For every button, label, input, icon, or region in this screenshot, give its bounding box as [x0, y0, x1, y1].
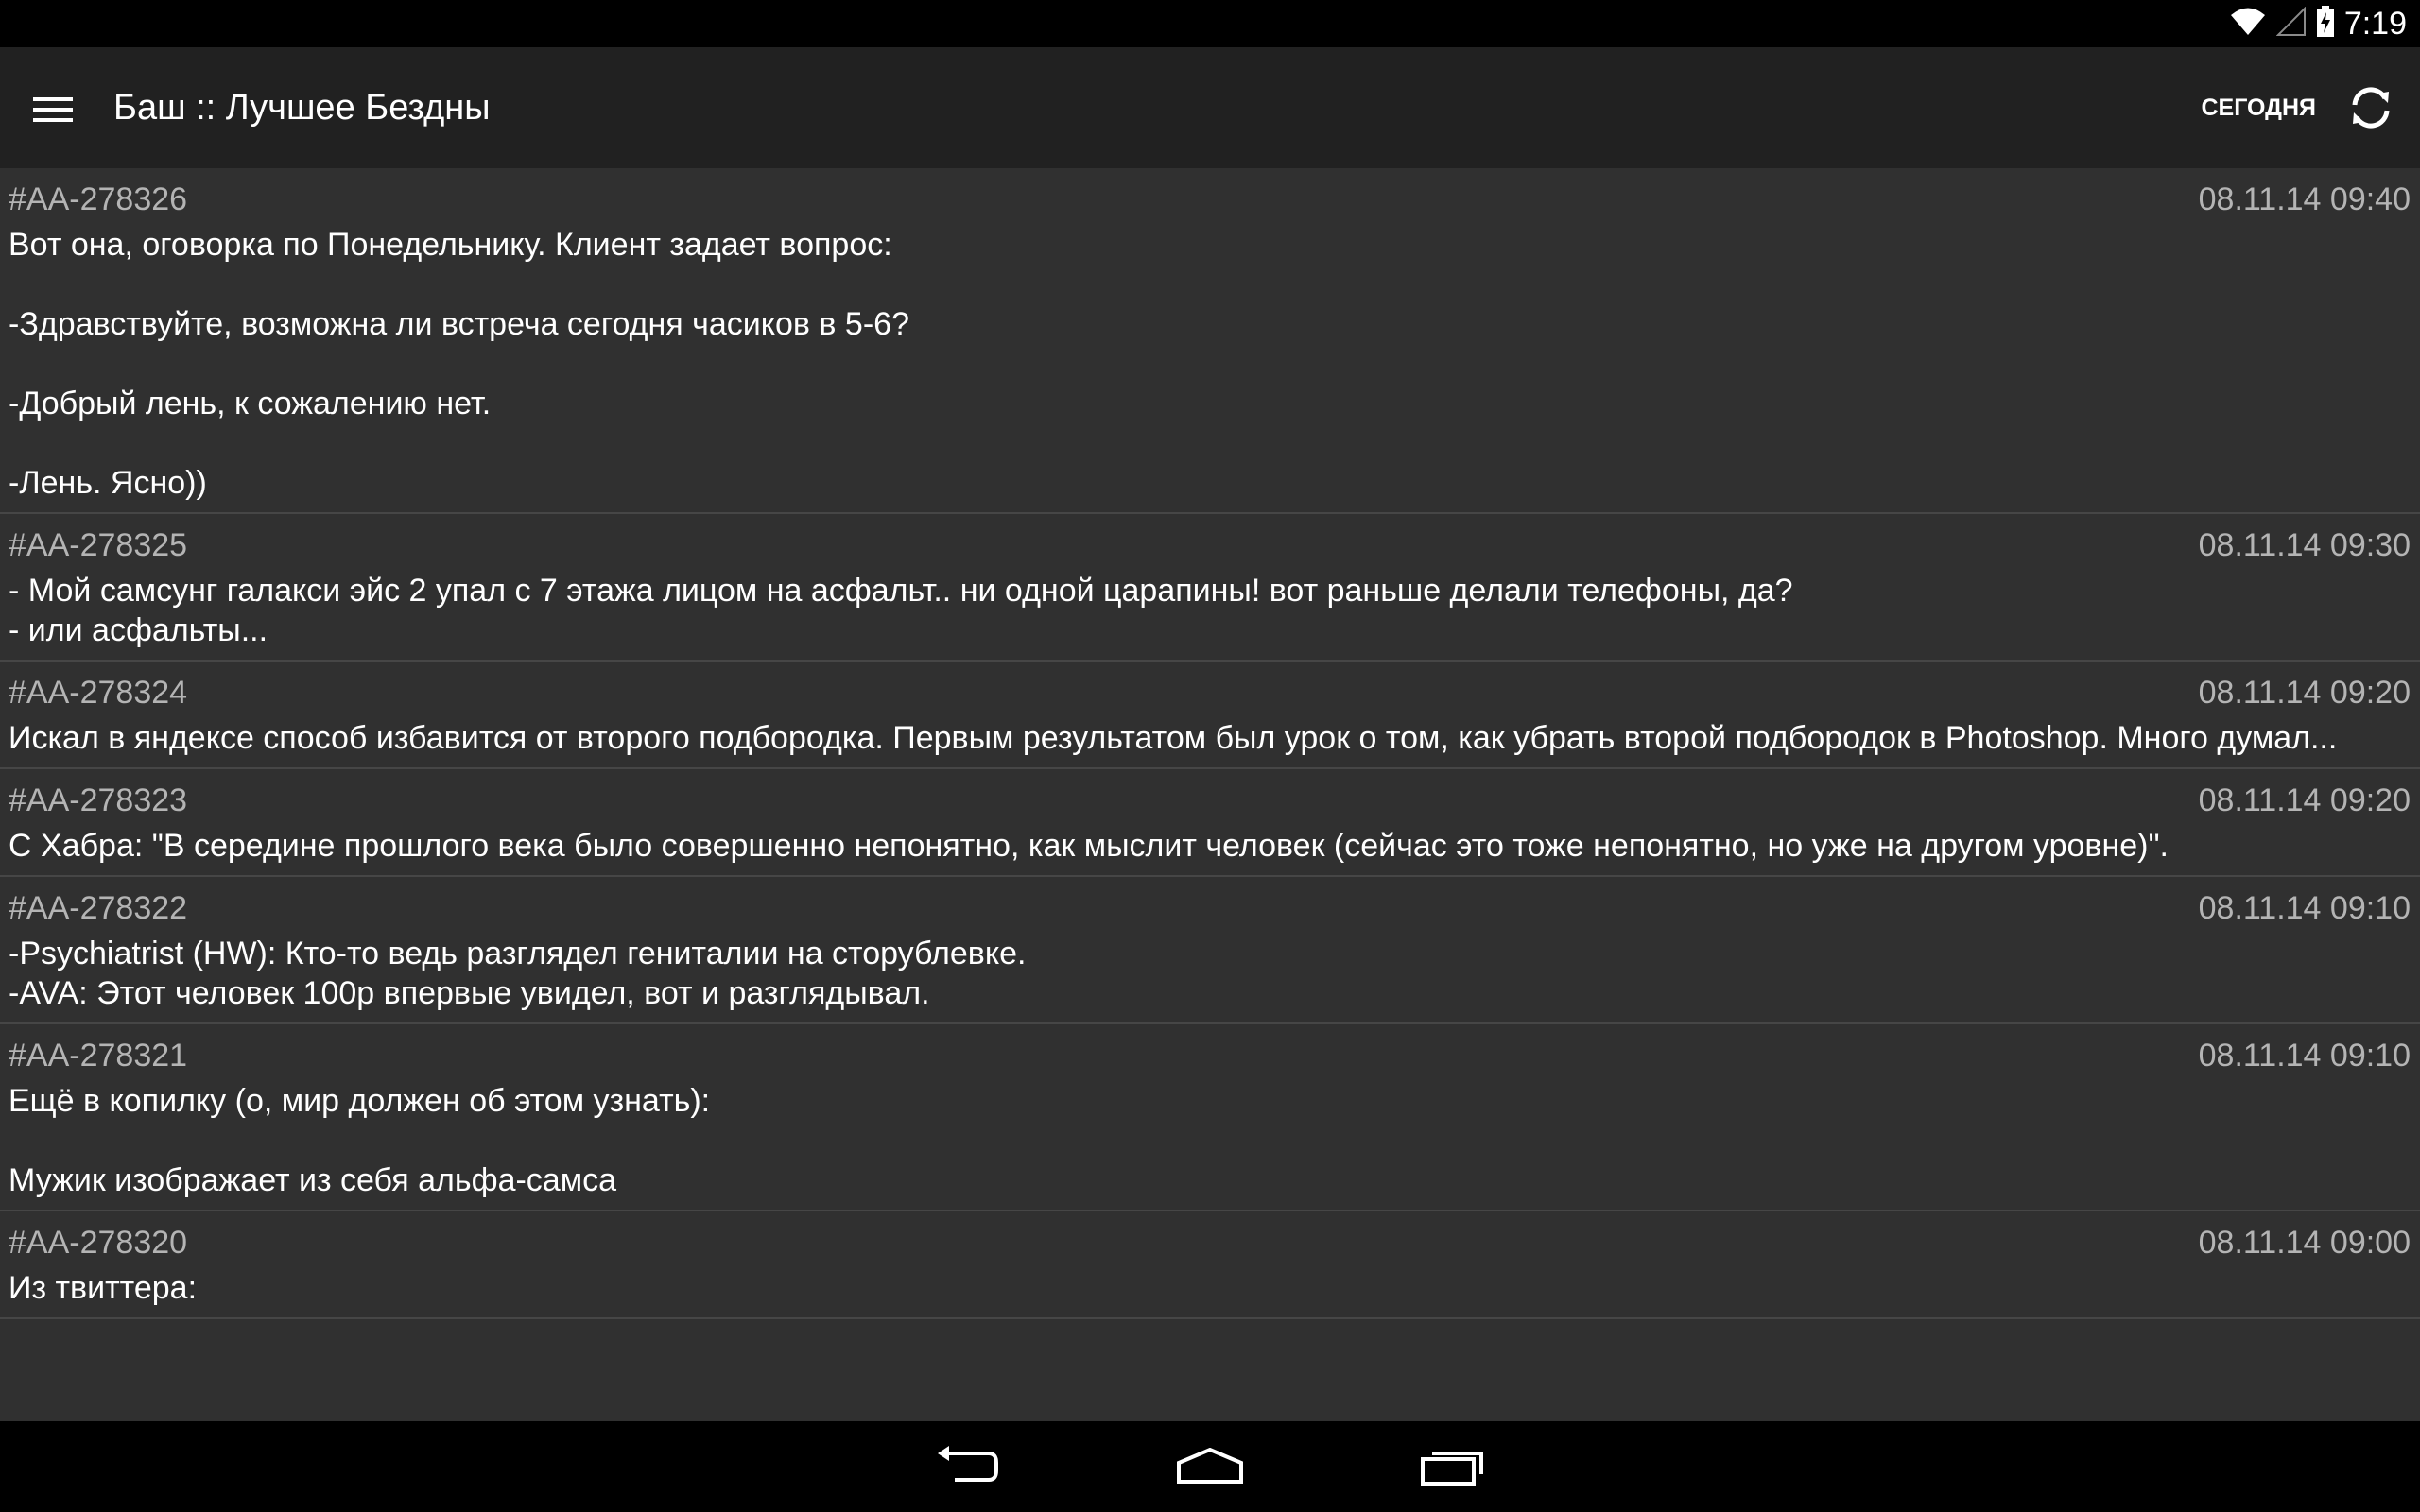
- quote-item[interactable]: #AA-278325 08.11.14 09:30 - Мой самсунг …: [0, 514, 2420, 662]
- quote-id: #AA-278320: [9, 1225, 188, 1261]
- no-signal-icon: [2275, 6, 2307, 41]
- quote-text: Из твиттера:: [9, 1270, 198, 1306]
- quote-list[interactable]: #AA-278326 08.11.14 09:40 Вот она, огово…: [0, 168, 2420, 1421]
- wifi-icon: [2229, 7, 2267, 41]
- today-button[interactable]: СЕГОДНЯ: [2189, 47, 2327, 168]
- page-title: Баш :: Лучшее Бездны: [113, 88, 491, 128]
- quote-id: #AA-278323: [9, 782, 188, 818]
- status-time: 7:19: [2343, 5, 2407, 42]
- quote-item[interactable]: #AA-278324 08.11.14 09:20 Искал в яндекс…: [0, 662, 2420, 769]
- status-icons: 7:19: [2229, 0, 2407, 47]
- app-toolbar: Баш :: Лучшее Бездны СЕГОДНЯ: [0, 47, 2420, 168]
- quote-header: #AA-278321 08.11.14 09:10: [9, 1038, 2411, 1077]
- quote-header: #AA-278320 08.11.14 09:00: [9, 1225, 2411, 1264]
- home-icon[interactable]: [1158, 1438, 1262, 1495]
- back-icon[interactable]: [915, 1438, 1019, 1495]
- quote-id: #AA-278326: [9, 181, 188, 217]
- quote-header: #AA-278324 08.11.14 09:20: [9, 675, 2411, 714]
- quote-item[interactable]: #AA-278322 08.11.14 09:10 -Psychiatrist …: [0, 877, 2420, 1024]
- quote-date: 08.11.14 09:40: [2198, 181, 2411, 217]
- quote-header: #AA-278326 08.11.14 09:40: [9, 181, 2411, 221]
- quote-id: #AA-278322: [9, 890, 188, 926]
- recent-apps-icon[interactable]: [1401, 1438, 1505, 1495]
- quote-item[interactable]: #AA-278320 08.11.14 09:00 Из твиттера:: [0, 1211, 2420, 1319]
- quote-text: Ещё в копилку (о, мир должен об этом узн…: [9, 1083, 711, 1198]
- battery-charging-icon: [2316, 6, 2335, 42]
- quote-item[interactable]: #AA-278326 08.11.14 09:40 Вот она, огово…: [0, 168, 2420, 514]
- quote-item[interactable]: #AA-278323 08.11.14 09:20 С Хабра: "В се…: [0, 769, 2420, 877]
- quote-header: #AA-278325 08.11.14 09:30: [9, 527, 2411, 567]
- quote-text: Вот она, оговорка по Понедельнику. Клиен…: [9, 227, 909, 501]
- quote-id: #AA-278324: [9, 675, 188, 711]
- refresh-icon[interactable]: [2335, 72, 2407, 144]
- quote-item[interactable]: #AA-278321 08.11.14 09:10 Ещё в копилку …: [0, 1024, 2420, 1211]
- quote-date: 08.11.14 09:10: [2198, 890, 2411, 926]
- quote-header: #AA-278322 08.11.14 09:10: [9, 890, 2411, 930]
- quote-date: 08.11.14 09:20: [2198, 782, 2411, 818]
- quote-text: -Psychiatrist (HW): Кто-то ведь разгляде…: [9, 936, 1027, 1011]
- quote-id: #AA-278321: [9, 1038, 188, 1074]
- quote-header: #AA-278323 08.11.14 09:20: [9, 782, 2411, 822]
- quote-date: 08.11.14 09:30: [2198, 527, 2411, 563]
- hamburger-menu-icon[interactable]: [17, 74, 89, 146]
- quote-text: Искал в яндексе способ избавится от втор…: [9, 720, 2338, 756]
- quote-text: - Мой самсунг галакси эйс 2 упал с 7 эта…: [9, 573, 1793, 648]
- quote-date: 08.11.14 09:10: [2198, 1038, 2411, 1074]
- quote-date: 08.11.14 09:20: [2198, 675, 2411, 711]
- quote-id: #AA-278325: [9, 527, 188, 563]
- system-nav-bar: [0, 1421, 2420, 1512]
- quote-date: 08.11.14 09:00: [2198, 1225, 2411, 1261]
- status-bar: 7:19: [0, 0, 2420, 47]
- quote-text: С Хабра: "В середине прошлого века было …: [9, 828, 2169, 864]
